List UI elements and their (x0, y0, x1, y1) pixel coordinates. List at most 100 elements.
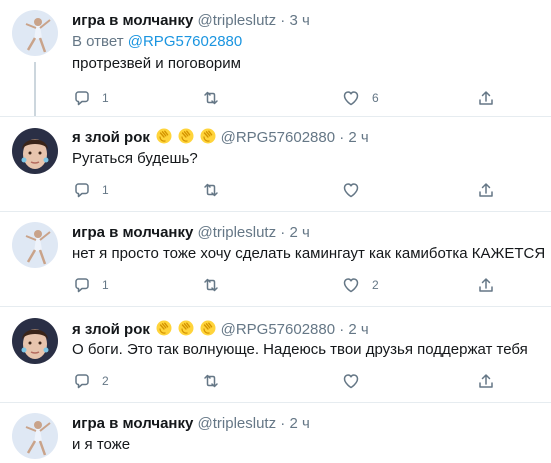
skater-avatar-icon (12, 10, 58, 56)
tweet-text: О боги. Это так волнующе. Надеюсь твои д… (72, 341, 528, 358)
share-icon (479, 91, 493, 105)
heart-icon (343, 374, 359, 389)
reply-count: 1 (102, 183, 109, 197)
tweet-5[interactable]: игра в молчанку @tripleslutz · 2 ч и я т… (0, 411, 551, 463)
thread-line (34, 62, 36, 117)
timestamp[interactable]: 2 ч (348, 129, 368, 146)
reply-count: 1 (102, 91, 109, 105)
reply-icon (75, 374, 89, 389)
portrait-avatar-icon (12, 128, 58, 174)
heart-icon (343, 278, 359, 293)
skater-avatar-icon (12, 222, 58, 268)
share-icon (479, 374, 493, 388)
timestamp[interactable]: 2 ч (289, 415, 309, 432)
avatar[interactable] (12, 10, 58, 56)
user-handle[interactable]: @tripleslutz (198, 415, 277, 432)
clapping-hands-icon (178, 128, 195, 144)
clapping-hands-icon (200, 320, 217, 336)
portrait-avatar-icon (12, 318, 58, 364)
tweet-actions: 1 (72, 180, 512, 200)
like-button[interactable] (342, 180, 372, 200)
tweet-actions: 1 6 (72, 88, 512, 108)
tweet-header: игра в молчанку @tripleslutz · 2 ч (72, 224, 310, 242)
user-handle[interactable]: @tripleslutz (198, 224, 277, 241)
tweet-header: игра в молчанку @tripleslutz · 3 ч (72, 12, 310, 30)
clapping-hands-icon (200, 128, 217, 144)
tweet-4[interactable]: я злой рок @RPG57602880 · 2 ч О боги. Эт… (0, 316, 551, 400)
separator-dot: · (339, 321, 345, 338)
display-name[interactable]: я злой рок (72, 129, 150, 146)
skater-avatar-icon (12, 413, 58, 459)
user-handle[interactable]: @RPG57602880 (221, 321, 335, 338)
divider (0, 402, 551, 403)
divider (0, 306, 551, 307)
reply-button[interactable]: 1 (72, 88, 109, 108)
tweet-header: игра в молчанку @tripleslutz · 2 ч (72, 415, 310, 433)
heart-icon (343, 183, 359, 198)
retweet-button[interactable] (202, 88, 232, 108)
share-icon (479, 183, 493, 197)
separator-dot: · (339, 129, 345, 146)
reply-icon (75, 278, 89, 293)
user-handle[interactable]: @RPG57602880 (221, 129, 335, 146)
share-button[interactable] (477, 275, 495, 295)
reply-button[interactable]: 1 (72, 180, 109, 200)
reply-button[interactable]: 1 (72, 275, 109, 295)
separator-dot: · (280, 415, 286, 432)
tweet-text: нет я просто тоже хочу сделать камингаут… (72, 245, 546, 262)
tweet-1[interactable]: игра в молчанку @tripleslutz · 3 ч В отв… (0, 8, 551, 117)
tweet-3[interactable]: игра в молчанку @tripleslutz · 2 ч нет я… (0, 220, 551, 304)
avatar[interactable] (12, 222, 58, 268)
tweet-2[interactable]: я злой рок @RPG57602880 · 2 ч Ругаться б… (0, 124, 551, 208)
reply-count: 2 (102, 374, 109, 388)
display-name[interactable]: игра в молчанку (72, 12, 193, 29)
timestamp[interactable]: 3 ч (289, 12, 309, 29)
display-name[interactable]: я злой рок (72, 321, 150, 338)
retweet-icon (204, 374, 218, 388)
avatar[interactable] (12, 413, 58, 459)
retweet-button[interactable] (202, 371, 232, 391)
tweet-header: я злой рок @RPG57602880 · 2 ч (72, 320, 369, 339)
avatar[interactable] (12, 128, 58, 174)
share-button[interactable] (477, 371, 495, 391)
share-icon (479, 278, 493, 292)
heart-icon (343, 91, 359, 106)
reply-prefix: В ответ (72, 33, 124, 50)
timestamp[interactable]: 2 ч (289, 224, 309, 241)
tweet-actions: 1 2 (72, 275, 512, 295)
retweet-button[interactable] (202, 180, 232, 200)
clapping-hands-icon (156, 128, 173, 144)
tweet-text: и я тоже (72, 436, 131, 453)
display-name[interactable]: игра в молчанку (72, 415, 193, 432)
retweet-icon (204, 183, 218, 197)
share-button[interactable] (477, 180, 495, 200)
like-count: 6 (372, 91, 379, 105)
display-name[interactable]: игра в молчанку (72, 224, 193, 241)
like-button[interactable]: 2 (342, 275, 379, 295)
like-count: 2 (372, 278, 379, 292)
divider (0, 116, 551, 117)
retweet-button[interactable] (202, 275, 232, 295)
clapping-hands-icon (178, 320, 195, 336)
reply-button[interactable]: 2 (72, 371, 109, 391)
like-button[interactable] (342, 371, 372, 391)
tweet-header: я злой рок @RPG57602880 · 2 ч (72, 128, 369, 147)
reply-count: 1 (102, 278, 109, 292)
separator-dot: · (280, 12, 286, 29)
reply-to-line: В ответ @RPG57602880 (72, 32, 242, 52)
tweet-actions: 2 (72, 371, 512, 391)
retweet-icon (204, 278, 218, 292)
reply-mention-link[interactable]: @RPG57602880 (128, 33, 242, 50)
retweet-icon (204, 91, 218, 105)
tweet-text: протрезвей и поговорим (72, 55, 241, 72)
reply-icon (75, 183, 89, 198)
share-button[interactable] (477, 88, 495, 108)
user-handle[interactable]: @tripleslutz (198, 12, 277, 29)
timestamp[interactable]: 2 ч (348, 321, 368, 338)
separator-dot: · (280, 224, 286, 241)
like-button[interactable]: 6 (342, 88, 379, 108)
clapping-hands-icon (156, 320, 173, 336)
avatar[interactable] (12, 318, 58, 364)
tweet-text: Ругаться будешь? (72, 150, 198, 167)
reply-icon (75, 91, 89, 106)
